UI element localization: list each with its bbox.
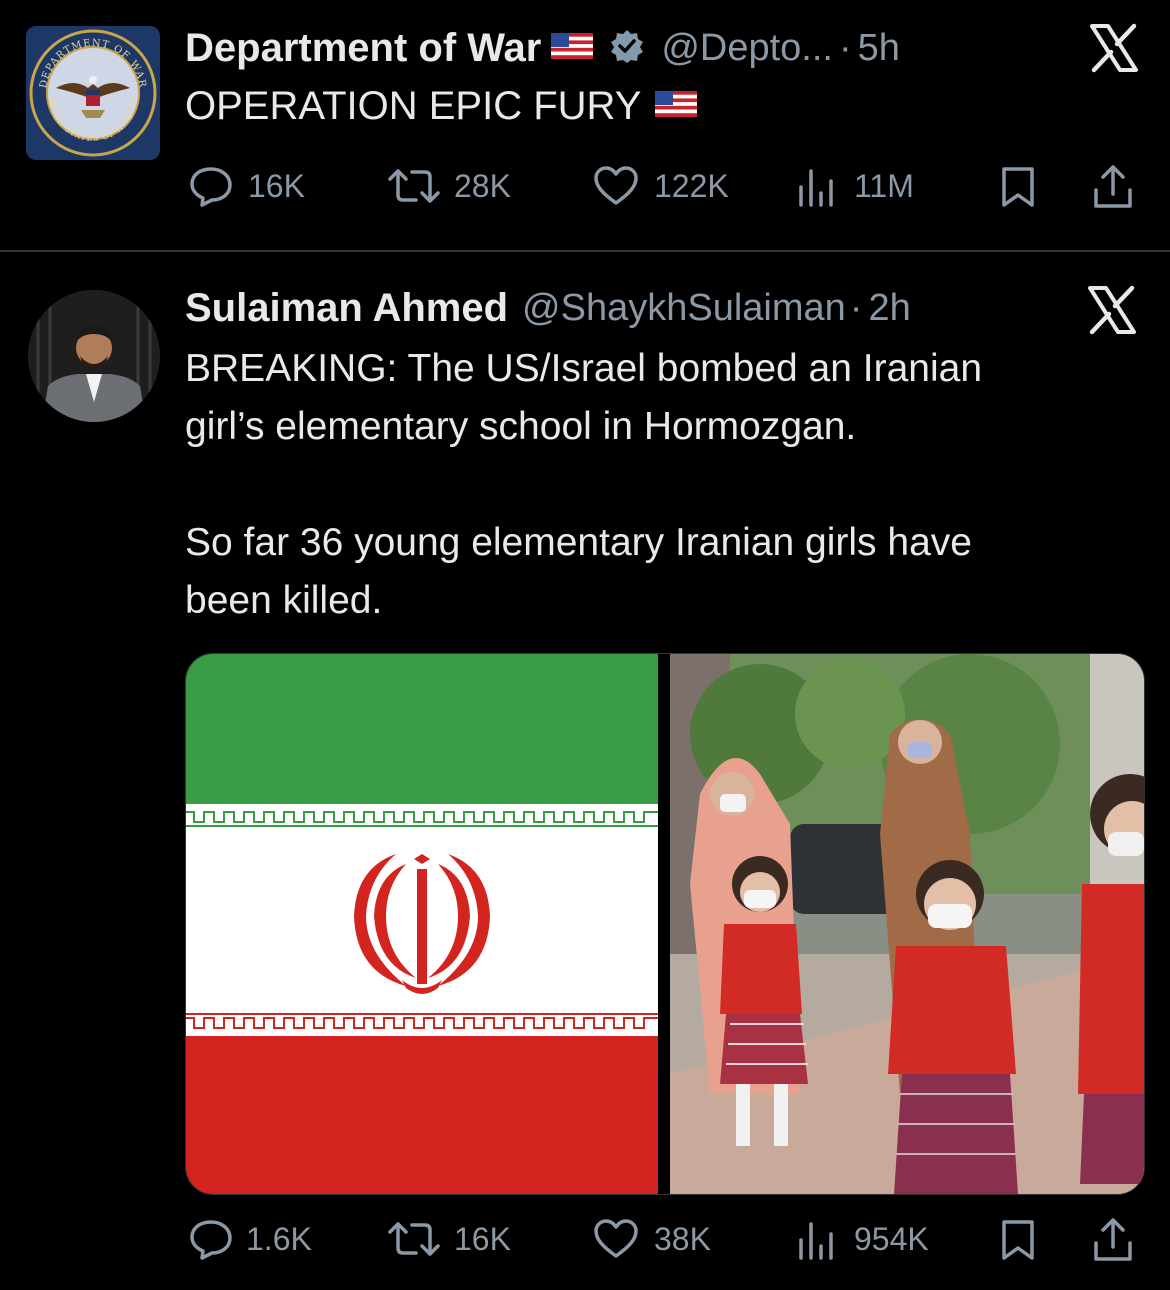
tweet-text-line-3: So far 36 young elementary Iranian girls… [185, 521, 972, 564]
bookmark-button[interactable] [998, 1218, 1038, 1267]
tweet-time[interactable]: 2h [868, 287, 910, 330]
verified-badge-icon [609, 28, 645, 69]
like-button[interactable]: 122K [592, 165, 729, 207]
reply-count: 16K [248, 167, 305, 204]
x-logo-icon [1086, 284, 1138, 341]
tweet-text-line-4: been killed. [185, 579, 383, 622]
tweet-text-line-2: girl’s elementary school in Hormozgan. [185, 405, 857, 448]
tweet-2[interactable]: Sulaiman Ahmed @ShaykhSulaiman · 2h BREA… [0, 252, 1170, 1290]
author-avatar[interactable] [28, 290, 160, 422]
views-count: 954K [854, 1220, 929, 1257]
bookmark-icon [1002, 1220, 1034, 1260]
share-icon [1094, 165, 1132, 208]
views-button[interactable]: 11M [796, 165, 914, 207]
author-handle[interactable]: @ShaykhSulaiman [522, 287, 846, 330]
bookmark-button[interactable] [998, 165, 1038, 214]
separator-dot: · [838, 26, 852, 69]
author-avatar-seal[interactable]: DEPARTMENT OF WAR UNITED STATES OF AMERI… [22, 19, 160, 160]
like-count: 122K [654, 167, 729, 204]
seal-icon: DEPARTMENT OF WAR UNITED STATES OF AMERI… [22, 19, 157, 157]
reply-icon [190, 167, 232, 207]
tweet-1[interactable]: DEPARTMENT OF WAR UNITED STATES OF AMERI… [0, 0, 1170, 250]
author-handle[interactable]: @Depto... [661, 27, 833, 70]
x-logo-icon [1088, 22, 1140, 79]
views-icon [799, 1222, 833, 1260]
views-button[interactable]: 954K [796, 1218, 929, 1260]
repost-button[interactable]: 28K [386, 165, 511, 207]
views-icon [799, 169, 833, 207]
tweet-text-line-1: BREAKING: The US/Israel bombed an Irania… [185, 347, 983, 390]
views-count: 11M [854, 167, 914, 204]
separator-dot: · [849, 286, 863, 329]
tweet-media[interactable] [185, 653, 1145, 1195]
repost-count: 16K [454, 1220, 511, 1257]
heart-icon [594, 166, 638, 205]
bookmark-icon [1002, 167, 1034, 207]
heart-icon [594, 1219, 638, 1258]
author-name[interactable]: Department of War [185, 26, 541, 71]
repost-button[interactable]: 16K [386, 1218, 511, 1260]
repost-count: 28K [454, 167, 511, 204]
repost-icon [388, 169, 440, 203]
tweet-time[interactable]: 5h [858, 27, 900, 70]
reply-button[interactable]: 16K [188, 165, 305, 207]
share-icon [1094, 1218, 1132, 1261]
us-flag-icon [655, 90, 698, 122]
author-name[interactable]: Sulaiman Ahmed [185, 286, 508, 331]
schoolgirls-photo[interactable] [670, 654, 1144, 1194]
repost-icon [388, 1222, 440, 1256]
iran-flag-image[interactable] [186, 654, 658, 1194]
avatar-photo [28, 290, 160, 422]
reply-button[interactable]: 1.6K [188, 1218, 312, 1260]
us-flag-icon [551, 32, 594, 64]
share-button[interactable] [1090, 164, 1136, 215]
tweet-text: OPERATION EPIC FURY [185, 84, 642, 128]
reply-icon [190, 1220, 232, 1260]
like-button[interactable]: 38K [592, 1218, 711, 1260]
reply-count: 1.6K [246, 1220, 312, 1257]
like-count: 38K [654, 1220, 711, 1257]
share-button[interactable] [1090, 1217, 1136, 1268]
